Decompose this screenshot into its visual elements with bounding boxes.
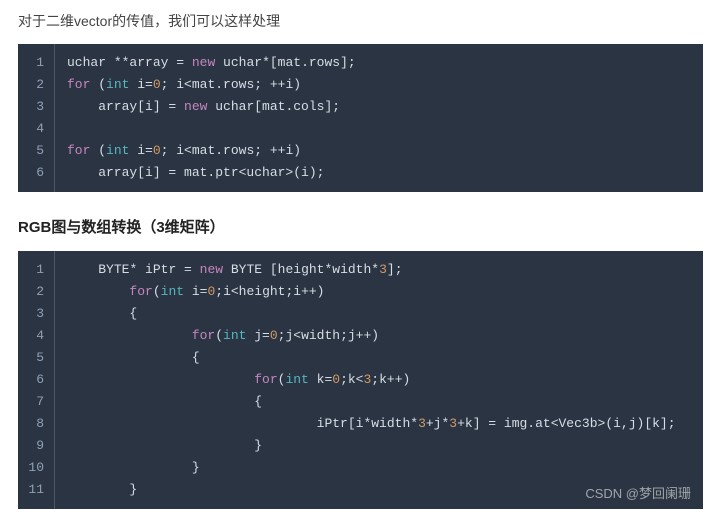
line-number: 11 xyxy=(26,479,44,501)
line-number: 5 xyxy=(26,347,44,369)
code-line: array[i] = mat.ptr<uchar>(i); xyxy=(67,162,691,184)
code-line: for(int k=0;k<3;k++) xyxy=(67,369,691,391)
code-lines-2: BYTE* iPtr = new BYTE [height*width*3]; … xyxy=(55,251,703,509)
code-line: { xyxy=(67,391,691,413)
line-number: 4 xyxy=(26,118,44,140)
code-block-2: 1 2 3 4 5 6 7 8 9 10 11 BYTE* iPtr = new… xyxy=(18,251,703,509)
code-lines-1: uchar **array = new uchar*[mat.rows];for… xyxy=(55,44,703,192)
line-number: 2 xyxy=(26,281,44,303)
code-line: } xyxy=(67,457,691,479)
gutter-2: 1 2 3 4 5 6 7 8 9 10 11 xyxy=(18,251,55,509)
code-line: for (int i=0; i<mat.rows; ++i) xyxy=(67,140,691,162)
line-number: 4 xyxy=(26,325,44,347)
code-line: } xyxy=(67,479,691,501)
line-number: 3 xyxy=(26,303,44,325)
code-block-1: 1 2 3 4 5 6 uchar **array = new uchar*[m… xyxy=(18,44,703,192)
line-number: 8 xyxy=(26,413,44,435)
code-line: { xyxy=(67,347,691,369)
line-number: 2 xyxy=(26,74,44,96)
code-line: iPtr[i*width*3+j*3+k] = img.at<Vec3b>(i,… xyxy=(67,413,691,435)
line-number: 10 xyxy=(26,457,44,479)
code-line: uchar **array = new uchar*[mat.rows]; xyxy=(67,52,691,74)
line-number: 6 xyxy=(26,162,44,184)
gutter-1: 1 2 3 4 5 6 xyxy=(18,44,55,192)
line-number: 9 xyxy=(26,435,44,457)
line-number: 1 xyxy=(26,259,44,281)
code-line: { xyxy=(67,303,691,325)
code-line: BYTE* iPtr = new BYTE [height*width*3]; xyxy=(67,259,691,281)
code-line: } xyxy=(67,435,691,457)
line-number: 7 xyxy=(26,391,44,413)
code-line: for(int i=0;i<height;i++) xyxy=(67,281,691,303)
heading-rgb: RGB图与数组转换（3维矩阵） xyxy=(0,202,721,247)
line-number: 3 xyxy=(26,96,44,118)
code-line xyxy=(67,118,691,140)
code-line: array[i] = new uchar[mat.cols]; xyxy=(67,96,691,118)
code-line: for (int i=0; i<mat.rows; ++i) xyxy=(67,74,691,96)
line-number: 6 xyxy=(26,369,44,391)
line-number: 1 xyxy=(26,52,44,74)
code-line: for(int j=0;j<width;j++) xyxy=(67,325,691,347)
intro-paragraph: 对于二维vector的传值，我们可以这样处理 xyxy=(0,0,721,40)
line-number: 5 xyxy=(26,140,44,162)
